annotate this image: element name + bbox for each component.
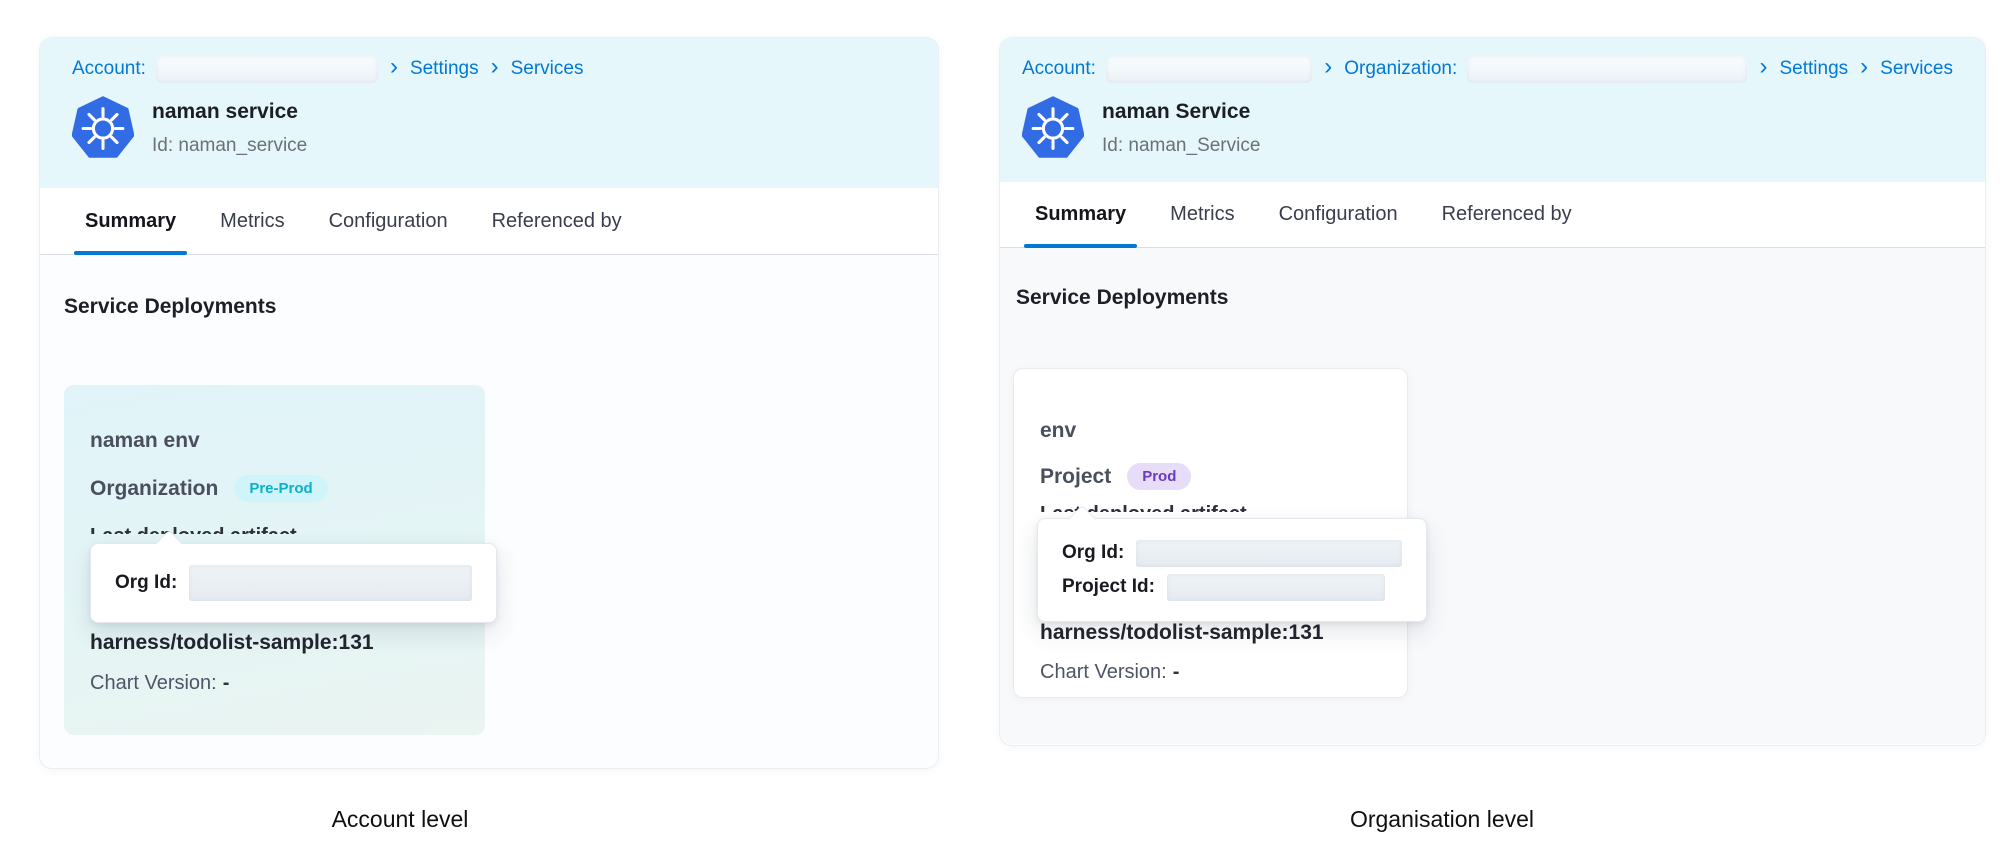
tab-referenced-by[interactable]: Referenced by [489,188,625,254]
tab-summary[interactable]: Summary [1032,182,1129,247]
artifact-name: harness/todolist-sample:131 [1040,621,1324,645]
breadcrumb: Account: › Organization: › Settings › Se… [1022,54,1953,84]
chart-version-label: Chart Version: [1040,661,1167,683]
redacted-account-name [1106,56,1312,83]
caption-organisation-level: Organisation level [1262,806,1622,833]
redacted-org-id [189,565,472,601]
environment-name: naman env [90,429,200,453]
tab-configuration[interactable]: Configuration [1276,182,1401,247]
tab-configuration[interactable]: Configuration [326,188,451,254]
service-name: naman service [152,100,307,124]
env-type-badge: Pre-Prod [234,475,327,502]
project-id-label: Project Id: [1062,576,1155,598]
service-header: Account: › Settings › Services [40,38,938,188]
breadcrumb-settings-link[interactable]: Settings [410,58,479,80]
scope-id-tooltip: Org Id: [90,543,497,623]
redacted-organization-name [1467,56,1747,83]
breadcrumb-services-link[interactable]: Services [511,58,584,80]
section-title: Service Deployments [64,295,276,319]
org-id-label: Org Id: [1062,542,1124,564]
chart-version: Chart Version:- [1040,661,1179,684]
occluded-text: Last deployed artifact [1040,503,1247,512]
service-header: Account: › Organization: › Settings › Se… [1000,38,1985,182]
artifact-name: harness/todolist-sample:131 [90,631,374,655]
comparison-figure: Account: › Settings › Services [0,0,2000,865]
tab-referenced-by[interactable]: Referenced by [1439,182,1575,247]
breadcrumb-settings-link[interactable]: Settings [1779,58,1848,80]
tab-metrics[interactable]: Metrics [1167,182,1237,247]
breadcrumb: Account: › Settings › Services [72,54,906,84]
environment-name: env [1040,419,1076,443]
tab-metrics[interactable]: Metrics [217,188,287,254]
summary-content: Service Deployments env Project Prod Las… [1000,248,1985,744]
chevron-right-icon: › [1322,57,1334,81]
breadcrumb-account-link[interactable]: Account: [72,58,146,80]
kubernetes-icon [1022,96,1084,161]
redacted-account-name [156,56,378,83]
breadcrumb-organization-link[interactable]: Organization: [1344,58,1457,80]
caption-account-level: Account level [220,806,580,833]
chart-version-label: Chart Version: [90,672,217,694]
env-type-badge: Prod [1127,463,1191,490]
chevron-right-icon: › [388,57,400,81]
account-level-panel: Account: › Settings › Services [40,38,938,768]
chart-version-value: - [1173,661,1180,683]
scope-label: Organization [90,477,218,501]
tabbar: Summary Metrics Configuration Referenced… [1000,182,1985,248]
section-title: Service Deployments [1016,286,1228,310]
chevron-right-icon: › [1757,57,1769,81]
service-title-row: naman Service Id: naman_Service [1022,96,1953,161]
kubernetes-icon [72,96,134,161]
service-id: Id: naman_service [152,135,307,157]
chart-version-value: - [223,672,230,694]
occluded-text: Last deployed artifact [90,525,297,534]
service-id: Id: naman_Service [1102,135,1260,157]
org-id-label: Org Id: [115,572,177,594]
breadcrumb-services-link[interactable]: Services [1880,58,1953,80]
tab-summary[interactable]: Summary [82,188,179,254]
breadcrumb-account-link[interactable]: Account: [1022,58,1096,80]
summary-content: Service Deployments naman env Organizati… [40,255,938,767]
tabbar: Summary Metrics Configuration Referenced… [40,188,938,255]
chevron-right-icon: › [1858,57,1870,81]
redacted-project-id [1167,574,1385,601]
chart-version: Chart Version:- [90,672,229,695]
chevron-right-icon: › [489,57,501,81]
redacted-org-id [1136,540,1402,567]
service-name: naman Service [1102,100,1260,124]
scope-id-tooltip: Org Id: Project Id: [1037,518,1427,622]
scope-label: Project [1040,465,1111,489]
service-title-row: naman service Id: naman_service [72,96,906,161]
organisation-level-panel: Account: › Organization: › Settings › Se… [1000,38,1985,745]
